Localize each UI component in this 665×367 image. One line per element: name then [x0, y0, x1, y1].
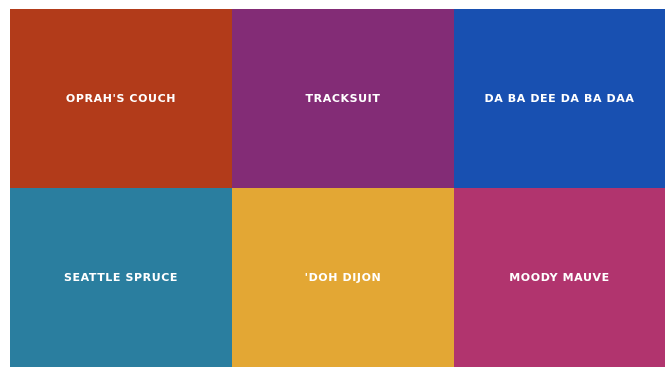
swatch-seattle-spruce[interactable]: SEATTLE SPRUCE	[10, 188, 232, 367]
swatch-label: SEATTLE SPRUCE	[63, 271, 179, 284]
swatch-oprahs-couch[interactable]: OPRAH'S COUCH	[10, 9, 232, 188]
swatch-moody-mauve[interactable]: MOODY MAUVE	[454, 188, 665, 367]
swatch-label: 'DOH DIJON	[304, 271, 382, 284]
swatch-label: DA BA DEE DA BA DAA	[484, 92, 635, 105]
color-swatch-grid: OPRAH'S COUCH TRACKSUIT DA BA DEE DA BA …	[10, 9, 665, 367]
swatch-label: TRACKSUIT	[305, 92, 381, 105]
swatch-label: MOODY MAUVE	[509, 271, 610, 284]
swatch-label: OPRAH'S COUCH	[65, 92, 177, 105]
swatch-da-ba-dee[interactable]: DA BA DEE DA BA DAA	[454, 9, 665, 188]
swatch-doh-dijon[interactable]: 'DOH DIJON	[232, 188, 454, 367]
swatch-tracksuit[interactable]: TRACKSUIT	[232, 9, 454, 188]
